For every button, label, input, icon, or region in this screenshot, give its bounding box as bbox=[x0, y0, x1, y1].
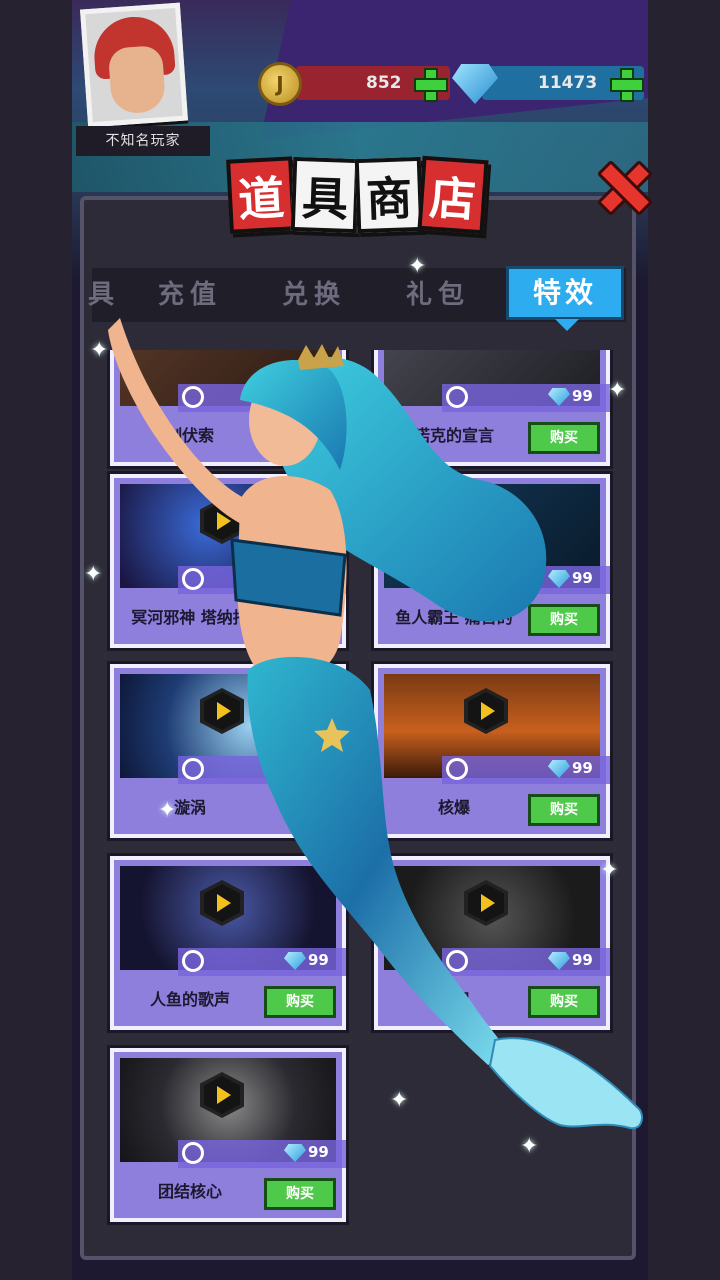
tab-exchange[interactable]: 兑换 bbox=[282, 268, 346, 322]
play-triangle bbox=[217, 702, 231, 720]
item-name: 鱼人霸王 痛苦的 bbox=[395, 608, 513, 627]
clock-icon bbox=[182, 758, 204, 780]
sparkle-icon: ✦ bbox=[390, 1088, 409, 1113]
item-price: 99 bbox=[572, 951, 593, 969]
item-price: 99 bbox=[572, 759, 593, 777]
item-grid: 制伏索 99 诺克的宣言 购买 99 冥河邪神 塔纳托 购买 99 鱼人霸王 痛… bbox=[92, 350, 626, 1230]
shop-title: 道 具 商 店 bbox=[224, 155, 496, 242]
player-avatar[interactable] bbox=[80, 2, 188, 128]
close-icon[interactable] bbox=[596, 160, 646, 210]
coin-icon: J bbox=[258, 62, 302, 106]
item-price: 99 bbox=[308, 951, 329, 969]
item-card[interactable]: 99 鱼人霸王 痛苦的 购买 bbox=[374, 474, 610, 648]
item-card[interactable]: 99 人鱼的歌声 购买 bbox=[110, 856, 346, 1030]
item-name: 核爆 bbox=[437, 798, 470, 817]
buy-button[interactable]: 购买 bbox=[528, 986, 600, 1018]
item-name: 冥河邪神 塔纳托 bbox=[131, 608, 249, 627]
clock-icon bbox=[182, 568, 204, 590]
item-name: 团结核心 bbox=[157, 1182, 222, 1201]
buy-button[interactable]: 购买 bbox=[528, 604, 600, 636]
clock-icon bbox=[446, 386, 468, 408]
coin-count: 852 bbox=[366, 73, 402, 93]
sparkle-icon: ✦ bbox=[600, 858, 619, 883]
item-name: 伤甲 bbox=[437, 990, 470, 1009]
item-price: 99 bbox=[308, 569, 329, 587]
item-card[interactable]: 制伏索 bbox=[110, 350, 346, 466]
avatar-face bbox=[107, 45, 167, 115]
clock-icon bbox=[182, 950, 204, 972]
buy-button[interactable]: 购买 bbox=[264, 604, 336, 636]
item-card[interactable]: 漩涡 bbox=[110, 664, 346, 838]
sparkle-icon: ✦ bbox=[90, 338, 109, 363]
clock-icon bbox=[446, 568, 468, 590]
buy-button[interactable]: 购买 bbox=[528, 422, 600, 454]
right-margin bbox=[648, 0, 720, 1280]
item-card[interactable]: 99 团结核心 购买 bbox=[110, 1048, 346, 1222]
item-card[interactable]: 99 冥河邪神 塔纳托 购买 bbox=[110, 474, 346, 648]
item-price: 99 bbox=[572, 569, 593, 587]
buy-button[interactable]: 购买 bbox=[264, 1178, 336, 1210]
item-price: 99 bbox=[572, 387, 593, 405]
clock-icon bbox=[446, 758, 468, 780]
sparkle-icon: ✦ bbox=[520, 1134, 539, 1159]
clock-icon bbox=[446, 950, 468, 972]
title-char-3: 商 bbox=[354, 156, 424, 234]
item-name: 人鱼的歌声 bbox=[149, 990, 230, 1009]
play-triangle bbox=[481, 702, 495, 720]
sparkle-icon: ✦ bbox=[408, 254, 427, 279]
play-triangle bbox=[481, 894, 495, 912]
sparkle-icon: ✦ bbox=[158, 798, 177, 823]
play-triangle bbox=[217, 894, 231, 912]
buy-button[interactable]: 购买 bbox=[528, 794, 600, 826]
sparkle-icon: ✦ bbox=[608, 378, 627, 403]
item-name: 诺克的宣言 bbox=[413, 426, 494, 445]
item-name: 制伏索 bbox=[165, 426, 214, 445]
left-margin bbox=[0, 0, 72, 1280]
item-name: 漩涡 bbox=[173, 798, 206, 817]
item-card[interactable]: 99 诺克的宣言 购买 bbox=[374, 350, 610, 466]
player-name: 不知名玩家 bbox=[76, 126, 210, 156]
play-triangle bbox=[217, 1086, 231, 1104]
title-char-1: 道 bbox=[226, 156, 296, 234]
clock-icon bbox=[182, 1142, 204, 1164]
sparkle-icon: ✦ bbox=[84, 562, 103, 587]
game-screen: 不知名玩家 852 J 11473 道 具 商 店 具 充值 兑换 礼包 特效 … bbox=[0, 0, 720, 1280]
tab-effects[interactable]: 特效 bbox=[506, 266, 624, 331]
buy-button[interactable]: 购买 bbox=[264, 986, 336, 1018]
item-card[interactable]: 99 核爆 购买 bbox=[374, 664, 610, 838]
tab-recharge[interactable]: 充值 bbox=[158, 268, 222, 322]
clock-icon bbox=[182, 386, 204, 408]
gem-count: 11473 bbox=[538, 73, 598, 93]
item-card[interactable]: 99 伤甲 购买 bbox=[374, 856, 610, 1030]
title-char-2: 具 bbox=[290, 156, 360, 234]
tab-items[interactable]: 具 bbox=[88, 268, 120, 322]
title-char-4: 店 bbox=[417, 155, 489, 235]
add-coins-plus-icon[interactable] bbox=[414, 68, 448, 102]
add-gems-plus-icon[interactable] bbox=[610, 68, 644, 102]
item-price: 99 bbox=[308, 1143, 329, 1161]
play-triangle bbox=[217, 512, 231, 530]
